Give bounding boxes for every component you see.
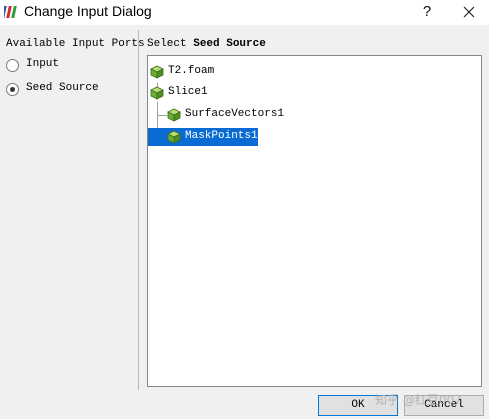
input-ports-panel: Available Input Ports Input Seed Source [0, 30, 145, 390]
pipeline-source-cube-icon [167, 130, 181, 144]
pipeline-source-cube-icon [150, 65, 164, 79]
port-seed-source-radio[interactable]: Seed Source [6, 82, 126, 98]
tree-item-t2-foam[interactable]: T2.foam [150, 63, 230, 81]
pane-splitter[interactable] [138, 30, 139, 390]
select-source-heading: Select Seed Source [147, 38, 266, 50]
tree-item-maskpoints1[interactable]: MaskPoints1 [148, 128, 258, 146]
heading-port-name: Seed Source [193, 38, 266, 50]
tree-item-slice1[interactable]: Slice1 [150, 84, 230, 102]
help-button[interactable]: ? [404, 0, 450, 25]
radio-button[interactable] [6, 59, 19, 72]
radio-dot [10, 87, 15, 92]
port-label: Seed Source [26, 82, 99, 94]
input-ports-heading: Available Input Ports [6, 38, 145, 50]
tree-connector [157, 115, 167, 116]
pipeline-source-cube-icon [150, 86, 164, 100]
window-title: Change Input Dialog [24, 3, 152, 19]
port-label: Input [26, 58, 60, 70]
tree-item-label: Slice1 [168, 86, 208, 98]
close-icon [463, 6, 475, 18]
pipeline-tree[interactable]: T2.foam Slice1 SurfaceVectors1 MaskPoint… [147, 55, 482, 387]
paraview-icon [4, 6, 17, 18]
cancel-button[interactable]: Cancel [404, 395, 484, 416]
tree-item-label: T2.foam [168, 65, 215, 77]
tree-item-label: SurfaceVectors1 [185, 108, 285, 120]
pipeline-source-cube-icon [167, 108, 181, 122]
port-input-radio[interactable]: Input [6, 58, 126, 74]
radio-button-checked[interactable] [6, 83, 19, 96]
title-bar: Change Input Dialog ? [0, 0, 489, 25]
ok-button[interactable]: OK [318, 395, 398, 416]
tree-item-label: MaskPoints1 [185, 130, 258, 142]
heading-prefix: Select [147, 38, 187, 50]
close-button[interactable] [449, 0, 489, 25]
tree-item-surfacevectors1[interactable]: SurfaceVectors1 [167, 106, 292, 124]
